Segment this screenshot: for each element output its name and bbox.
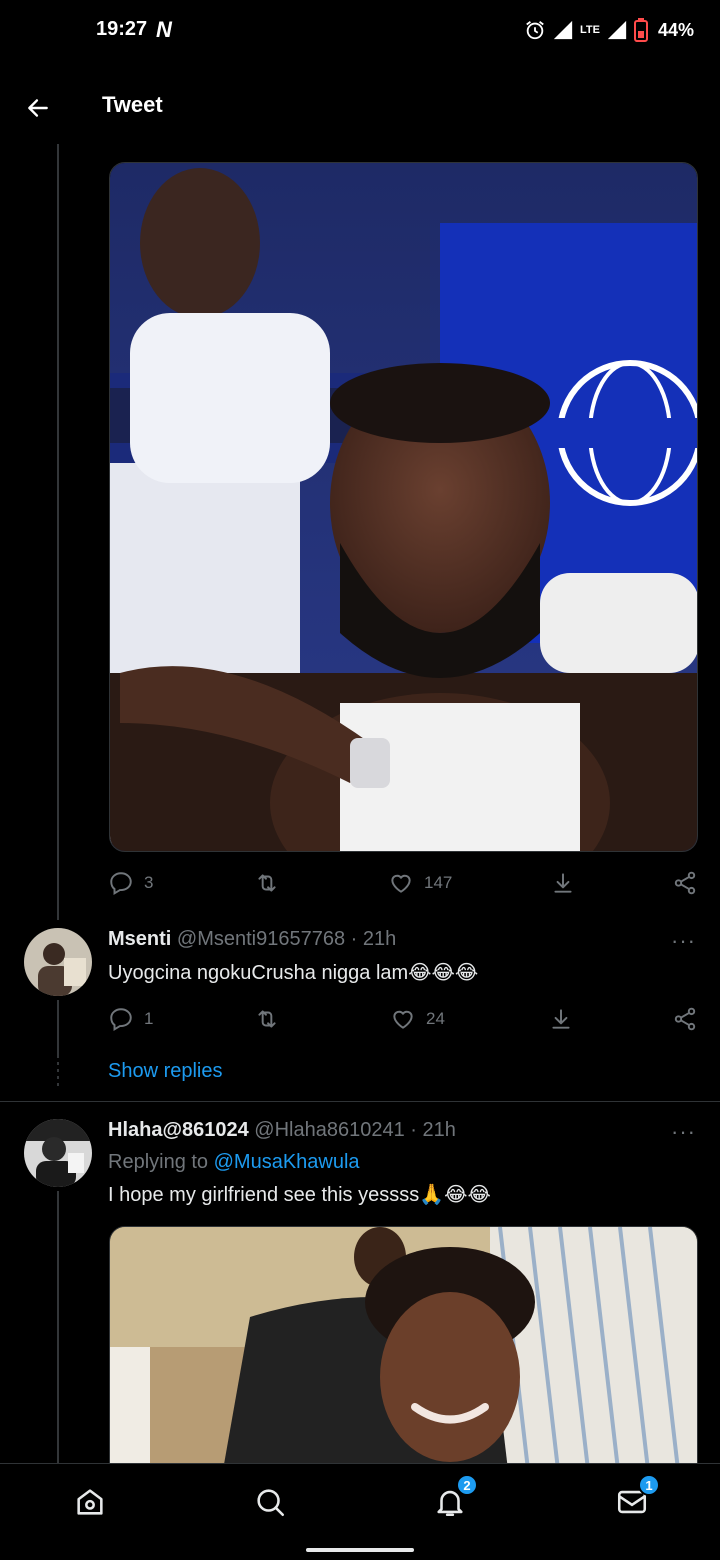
- download-button[interactable]: [548, 1004, 574, 1034]
- notifications-badge: 2: [456, 1474, 478, 1496]
- share-button[interactable]: [672, 868, 698, 898]
- signal-icon-2: [607, 20, 627, 40]
- photo-illustration: [110, 163, 697, 851]
- thread-dots: [57, 1062, 59, 1086]
- page-title: Tweet: [102, 92, 163, 117]
- back-button[interactable]: [18, 88, 58, 128]
- show-replies-link[interactable]: Show replies: [108, 1060, 223, 1083]
- display-name[interactable]: Msenti: [108, 928, 171, 950]
- retweet-icon: [258, 1010, 276, 1028]
- battery-icon: [633, 18, 648, 42]
- gesture-bar[interactable]: [306, 1548, 414, 1552]
- tweet-text: I hope my girlfriend see this yessss🙏😂😂: [108, 1184, 491, 1206]
- tweet-actions: 1 24: [108, 1004, 698, 1034]
- tweet-photo[interactable]: [109, 162, 698, 852]
- share-icon: [674, 871, 696, 895]
- search-icon: [257, 1489, 285, 1517]
- divider: [0, 1101, 720, 1102]
- avatar[interactable]: [24, 1119, 92, 1187]
- tweet-header: Hlaha@861024 @Hlaha8610241 · 21h: [108, 1119, 456, 1145]
- signal-icon: [553, 20, 573, 40]
- heart-icon: [393, 1010, 413, 1029]
- top-app-bar: Tweet: [0, 70, 720, 144]
- tweet-actions: 3 147: [108, 868, 698, 898]
- replying-to: Replying to @MusaKhawula: [108, 1151, 360, 1174]
- retweet-button[interactable]: [254, 1004, 290, 1034]
- avatar[interactable]: [24, 928, 92, 996]
- replying-to-label: Replying to: [108, 1151, 209, 1173]
- messages-badge: 1: [638, 1474, 660, 1496]
- network-type: LTE: [580, 24, 600, 36]
- thread-line: [57, 1000, 59, 1058]
- like-count: 24: [426, 1009, 445, 1028]
- nav-search[interactable]: [248, 1480, 292, 1524]
- avatar-image: [24, 1119, 92, 1187]
- tweet-photo[interactable]: [109, 1226, 698, 1486]
- share-button[interactable]: [672, 1004, 698, 1034]
- handle-time: @Hlaha8610241 · 21h: [254, 1119, 456, 1141]
- notification-icon: N: [156, 17, 172, 42]
- download-button[interactable]: [550, 868, 576, 898]
- retweet-button[interactable]: [254, 868, 290, 898]
- home-icon: [77, 1489, 103, 1515]
- photo-illustration: [110, 1227, 697, 1485]
- nav-home[interactable]: [68, 1480, 112, 1524]
- arrow-left-icon: [28, 99, 48, 117]
- status-bar: 19:27 N LTE 44%: [0, 0, 720, 60]
- share-icon: [674, 1007, 696, 1031]
- heart-icon: [391, 874, 411, 893]
- like-count: 147: [424, 873, 453, 892]
- nav-messages[interactable]: 1: [610, 1474, 660, 1524]
- tweet-text: Uyogcina ngokuCrusha nigga lam😂😂😂: [108, 962, 479, 984]
- reply-button[interactable]: 1: [108, 1004, 153, 1034]
- download-icon: [554, 873, 572, 893]
- reply-count: 1: [144, 1009, 154, 1028]
- handle-time: @Msenti91657768 · 21h: [176, 928, 397, 950]
- battery-percent: 44%: [657, 19, 694, 40]
- thread-line: [57, 1191, 59, 1463]
- more-options-icon[interactable]: ···: [671, 1119, 696, 1145]
- reply-icon: [110, 872, 132, 896]
- reply-icon: [110, 1008, 132, 1032]
- bottom-navigation: 2 1: [0, 1463, 720, 1560]
- retweet-icon: [258, 874, 276, 892]
- more-options-icon[interactable]: ···: [671, 928, 696, 954]
- nav-notifications[interactable]: 2: [428, 1474, 478, 1524]
- avatar-image: [24, 928, 92, 996]
- reply-count: 3: [144, 873, 154, 892]
- like-button[interactable]: 147: [388, 868, 452, 898]
- status-time: 19:27: [96, 18, 148, 40]
- display-name[interactable]: Hlaha@861024: [108, 1119, 249, 1141]
- alarm-icon: [526, 21, 544, 40]
- tweet-header: Msenti @Msenti91657768 · 21h: [108, 928, 396, 954]
- thread-line: [57, 144, 59, 920]
- like-button[interactable]: 24: [390, 1004, 445, 1034]
- replying-to-handle[interactable]: @MusaKhawula: [214, 1151, 360, 1173]
- download-icon: [552, 1009, 570, 1029]
- reply-button[interactable]: 3: [108, 868, 153, 898]
- status-icons: LTE 44%: [524, 14, 694, 46]
